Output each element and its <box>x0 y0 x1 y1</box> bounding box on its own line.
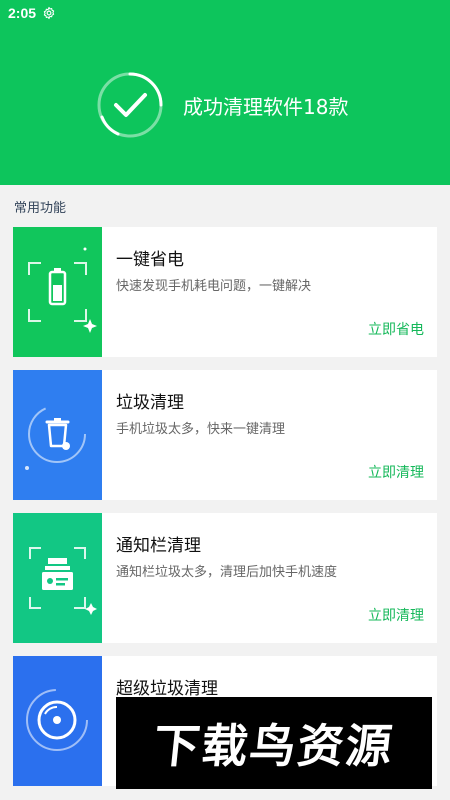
card-thumb <box>13 227 102 357</box>
section-title: 常用功能 <box>14 201 67 216</box>
card-power-save[interactable]: 一键省电 快速发现手机耗电问题，一键解决 立即省电 <box>13 227 437 357</box>
disc-icon <box>26 689 88 751</box>
card-description: 通知栏垃圾太多，清理后加快手机速度 <box>116 565 338 580</box>
junk-clean-button[interactable]: 立即清理 <box>368 462 424 482</box>
trash-can-icon <box>25 405 86 470</box>
card-description: 快速发现手机耗电问题，一键解决 <box>116 279 312 294</box>
battery-icon <box>28 247 97 333</box>
card-thumb <box>13 370 102 500</box>
checkmark-ring-icon <box>97 72 163 138</box>
card-description: 手机垃圾太多，快来一键清理 <box>116 422 286 437</box>
gear-icon <box>43 6 55 20</box>
power-save-button[interactable]: 立即省电 <box>368 319 424 339</box>
watermark-text: 下载鸟资源 <box>150 719 397 773</box>
card-junk-clean[interactable]: 垃圾清理 手机垃圾太多，快来一键清理 立即清理 <box>13 370 437 500</box>
notification-clean-button[interactable]: 立即清理 <box>368 605 424 625</box>
card-title: 通知栏清理 <box>116 536 201 556</box>
card-title: 一键省电 <box>116 250 184 270</box>
card-title: 垃圾清理 <box>116 393 184 413</box>
status-bar: 2:05 <box>8 4 56 22</box>
status-time: 2:05 <box>8 5 37 21</box>
card-title: 超级垃圾清理 <box>116 679 218 699</box>
card-notification-clean[interactable]: 通知栏清理 通知栏垃圾太多，清理后加快手机速度 立即清理 <box>13 513 437 643</box>
success-message: 成功清理软件18款 <box>183 95 349 119</box>
watermark-overlay: 下载鸟资源 <box>116 697 432 789</box>
card-thumb <box>13 513 102 643</box>
header-banner: 2:05 成功清理软件18款 <box>0 0 450 185</box>
notification-stack-icon <box>29 547 97 615</box>
card-thumb <box>13 656 102 786</box>
